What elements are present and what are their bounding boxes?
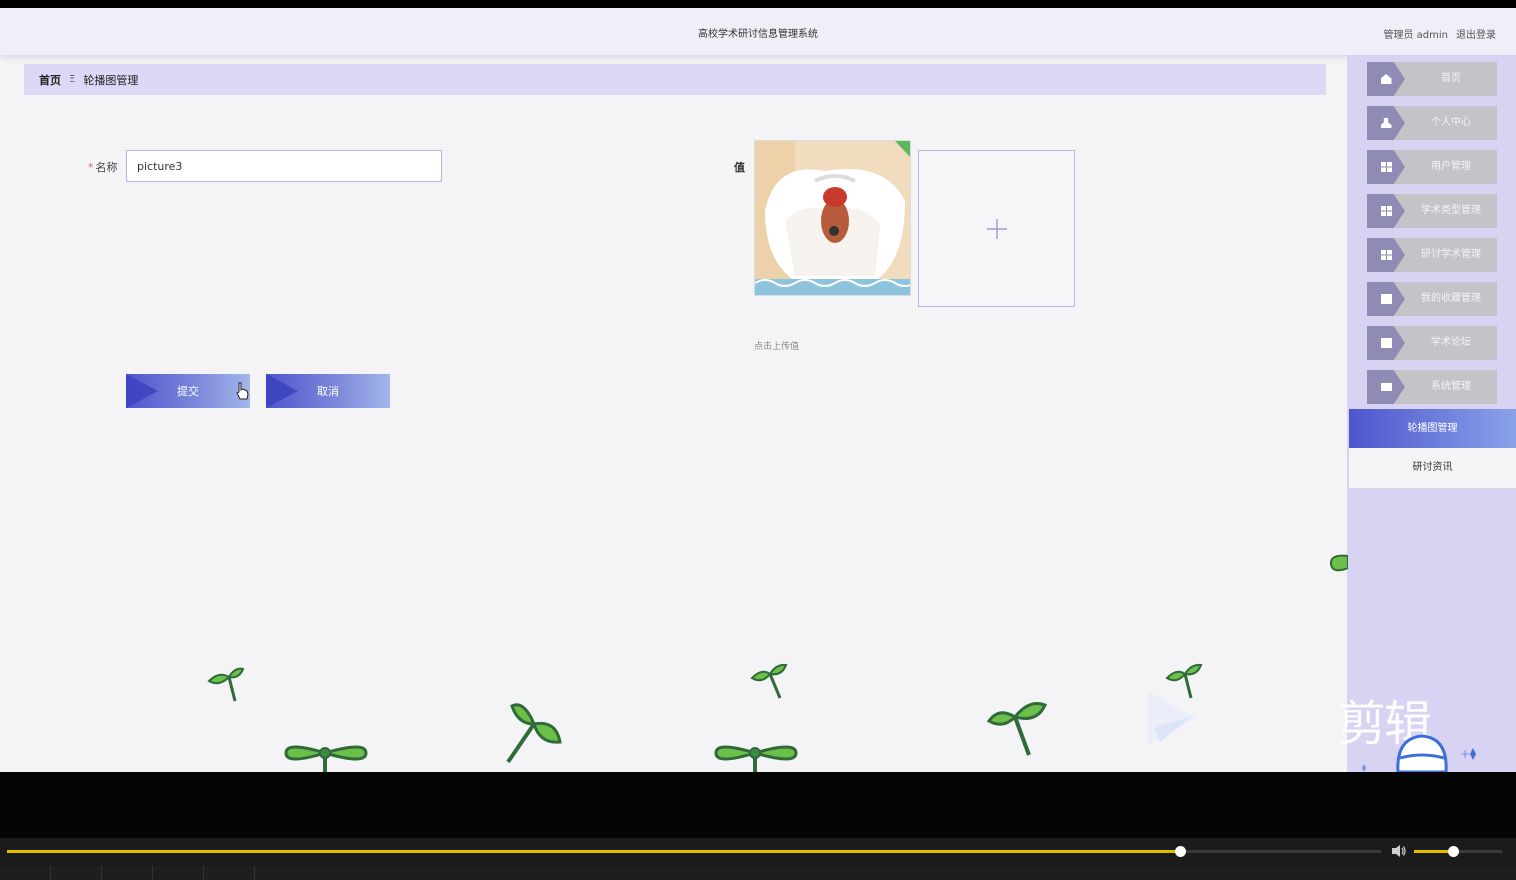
upload-hint: 点击上传值: [754, 342, 800, 352]
volume-icon[interactable]: [1391, 844, 1407, 858]
user-icon: [1367, 106, 1405, 140]
progress-bar[interactable]: [7, 846, 1381, 857]
name-input[interactable]: [126, 150, 442, 182]
grid-icon: [1367, 238, 1405, 272]
player-tab[interactable]: [51, 866, 102, 880]
breadcrumb-current: 轮播图管理: [83, 73, 139, 87]
sidebar-item-seminar-academics[interactable]: 研讨学术管理: [1367, 238, 1497, 272]
sprout-decoration: [284, 745, 368, 772]
player-bottom-tabs: [0, 866, 1516, 880]
user-role: 管理员 admin: [1383, 30, 1448, 41]
sidebar-item-profile[interactable]: 个人中心: [1367, 106, 1497, 140]
sidebar-item-system[interactable]: 系统管理: [1367, 370, 1497, 404]
name-label: * 名称: [88, 161, 118, 174]
breadcrumb-home[interactable]: 首页: [39, 72, 61, 88]
user-info: 管理员 admin 退出登录: [1383, 26, 1496, 41]
sidebar-item-news[interactable]: 研讨资讯: [1349, 448, 1516, 488]
sprout-decoration: [1329, 554, 1348, 572]
ticket-icon: [1367, 370, 1405, 404]
breadcrumb-separator: Ξ: [69, 74, 76, 85]
value-label: 值: [734, 161, 745, 174]
volume-handle[interactable]: [1447, 846, 1459, 857]
video-editor-logo: [1148, 692, 1196, 744]
sidebar-item-home[interactable]: 首页: [1367, 62, 1497, 96]
grid-icon: [1367, 150, 1405, 184]
grid-icon: [1367, 194, 1405, 228]
sprout-decoration: [714, 745, 798, 772]
check-icon: [1367, 282, 1405, 316]
logout-link[interactable]: 退出登录: [1456, 26, 1496, 41]
plus-icon: [986, 218, 1007, 239]
app-title: 高校学术研讨信息管理系统: [698, 29, 818, 40]
sidebar-item-users[interactable]: 用户管理: [1367, 150, 1497, 184]
video-player-controls: [0, 772, 1516, 880]
player-tab[interactable]: [0, 866, 51, 880]
top-header: 高校学术研讨信息管理系统 管理员 admin 退出登录: [0, 8, 1516, 55]
submit-button[interactable]: 提交: [126, 374, 250, 408]
sidebar-item-carousel[interactable]: 轮播图管理: [1349, 409, 1516, 448]
close-box-icon: [1367, 326, 1405, 360]
sprout-decoration: [750, 663, 788, 699]
volume-fill: [1414, 850, 1453, 853]
breadcrumb: 首页 Ξ 轮播图管理: [24, 64, 1326, 95]
sprout-decoration: [207, 667, 245, 702]
hand-cursor-icon: [236, 382, 249, 400]
app-viewport: 高校学术研讨信息管理系统 管理员 admin 退出登录 首页 Ξ 轮播图管理 *…: [0, 8, 1516, 772]
home-icon: [1367, 62, 1405, 96]
mascot-icon: +: [1362, 734, 1476, 772]
sprout-decoration: [986, 702, 1048, 756]
player-tab[interactable]: [204, 866, 255, 880]
sprout-decoration: [506, 703, 562, 764]
volume-slider[interactable]: [1414, 846, 1502, 857]
required-mark: *: [88, 161, 94, 174]
image-uploader[interactable]: [918, 150, 1075, 307]
player-tab[interactable]: [153, 866, 204, 880]
svg-text:+: +: [1460, 747, 1470, 761]
sidebar-item-forum[interactable]: 学术论坛: [1367, 326, 1497, 360]
progress-fill: [7, 850, 1181, 853]
sidebar-item-favorites[interactable]: 我的收藏管理: [1367, 282, 1497, 316]
cancel-button[interactable]: 取消: [266, 374, 390, 408]
uploaded-image: [755, 141, 910, 295]
uploaded-image-thumbnail[interactable]: [754, 140, 911, 296]
sidebar-item-academic-types[interactable]: 学术类型管理: [1367, 194, 1497, 228]
player-tab[interactable]: [102, 866, 153, 880]
